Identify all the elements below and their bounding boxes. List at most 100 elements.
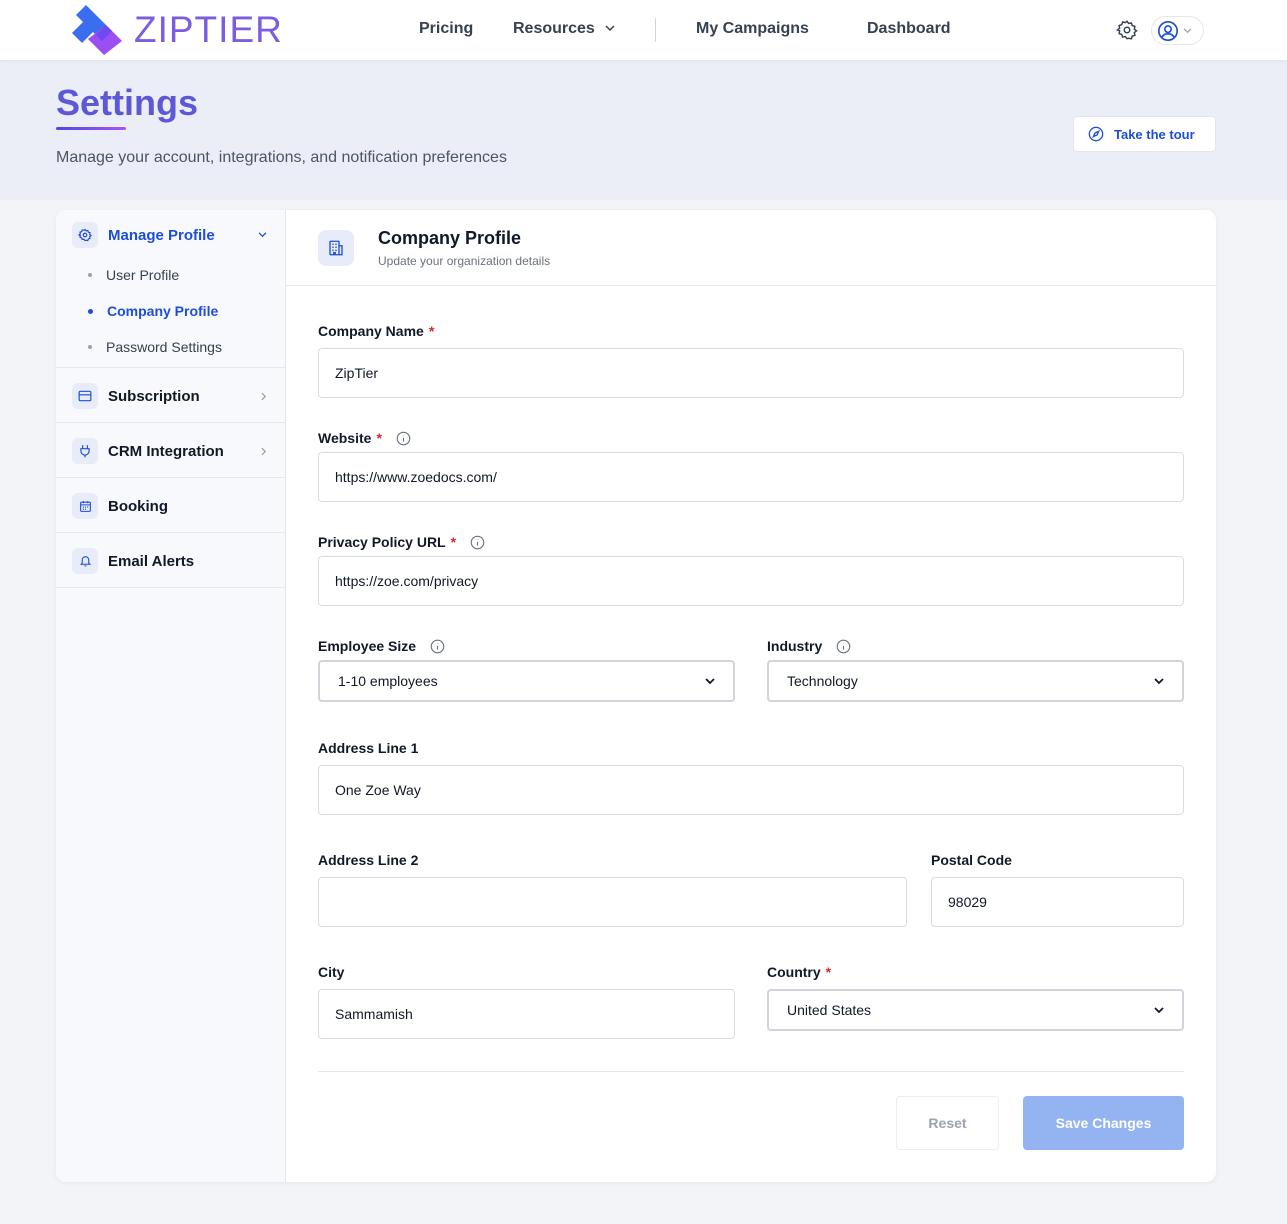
ziptier-logo-icon [72, 5, 122, 55]
country-label-text: Country [767, 964, 821, 980]
crm-integration-label: CRM Integration [108, 442, 224, 460]
postal-code-input[interactable] [931, 877, 1184, 927]
info-icon[interactable] [396, 431, 411, 446]
city-input[interactable] [318, 989, 735, 1039]
nav-pricing[interactable]: Pricing [419, 20, 473, 38]
password-settings-label: Password Settings [106, 339, 222, 355]
form-divider [318, 1071, 1184, 1072]
sidebar-sub-company-profile[interactable]: Company Profile [88, 303, 218, 319]
panel-title: Company Profile [378, 228, 522, 248]
nav-resources[interactable]: Resources [513, 20, 615, 38]
user-menu-button[interactable] [1151, 16, 1204, 45]
company-profile-panel: Company Profile Update your organization… [286, 210, 1216, 1182]
chevron-down-icon [1154, 677, 1164, 684]
panel-header: Company Profile Update your organization… [286, 210, 1216, 286]
ziptier-logo[interactable]: ZIPTIER [72, 3, 283, 57]
sidebar-item-crm-integration[interactable]: CRM Integration [56, 423, 285, 478]
manage-profile-label: Manage Profile [108, 226, 215, 244]
company-profile-label: Company Profile [107, 303, 219, 319]
country-label: Country * [767, 964, 831, 980]
company-name-label: Company Name * [318, 323, 434, 339]
page-title: Settings [56, 82, 199, 123]
nav-my-campaigns[interactable]: My Campaigns [696, 20, 809, 38]
sidebar-group-manage-profile: Manage Profile User Profile Company Prof… [56, 210, 285, 368]
country-select[interactable]: United States [767, 989, 1184, 1031]
settings-card: Manage Profile User Profile Company Prof… [56, 210, 1216, 1182]
required-mark: * [825, 964, 832, 980]
company-name-input[interactable] [318, 348, 1184, 398]
credit-card-icon [72, 383, 98, 409]
nav-divider [655, 18, 656, 42]
address-line-1-label-text: Address Line 1 [318, 740, 419, 756]
gear-icon[interactable] [1116, 19, 1138, 41]
bullet-dot [88, 273, 92, 277]
logo-text: ZIPTIER [134, 9, 283, 50]
plug-icon [72, 438, 98, 464]
booking-label: Booking [108, 497, 168, 515]
sidebar-item-email-alerts[interactable]: Email Alerts [56, 533, 285, 588]
subscription-label: Subscription [108, 387, 200, 405]
nav-dashboard[interactable]: Dashboard [867, 20, 951, 38]
privacy-policy-label-text: Privacy Policy URL [318, 534, 446, 550]
employee-size-label-text: Employee Size [318, 638, 417, 654]
address-line-2-label-text: Address Line 2 [318, 852, 419, 868]
sidebar-item-manage-profile[interactable]: Manage Profile [72, 222, 215, 248]
privacy-policy-label: Privacy Policy URL * [318, 534, 485, 550]
company-name-label-text: Company Name [318, 323, 424, 339]
settings-header: Settings Manage your account, integratio… [0, 60, 1287, 200]
sidebar-item-subscription[interactable]: Subscription [56, 368, 285, 423]
bullet-dot [88, 345, 92, 349]
chevron-down-icon [258, 232, 267, 238]
postal-code-label-text: Postal Code [931, 852, 1012, 868]
privacy-policy-input[interactable] [318, 556, 1184, 606]
reset-button[interactable]: Reset [896, 1096, 999, 1150]
city-label: City [318, 964, 344, 980]
address-line-1-label: Address Line 1 [318, 740, 418, 756]
sidebar-sub-password-settings[interactable]: Password Settings [88, 339, 222, 355]
save-changes-button[interactable]: Save Changes [1023, 1096, 1184, 1150]
employee-size-label: Employee Size [318, 638, 445, 654]
nav-resources-label: Resources [513, 20, 595, 37]
take-tour-label: Take the tour [1114, 126, 1195, 142]
building-icon [318, 230, 354, 266]
industry-label-text: Industry [767, 638, 823, 654]
country-value: United States [787, 1002, 872, 1018]
address-line-1-input[interactable] [318, 765, 1184, 815]
title-underline [56, 127, 126, 130]
gear-icon [72, 222, 98, 248]
address-line-2-input[interactable] [318, 877, 907, 927]
chevron-down-icon [1154, 1006, 1164, 1013]
city-label-text: City [318, 964, 345, 980]
chevron-right-icon [261, 447, 267, 456]
info-icon[interactable] [470, 535, 485, 550]
required-mark: * [450, 534, 457, 550]
email-alerts-label: Email Alerts [108, 552, 195, 570]
address-line-2-label: Address Line 2 [318, 852, 418, 868]
postal-code-label: Postal Code [931, 852, 1012, 868]
chevron-right-icon [261, 392, 267, 401]
sidebar-item-booking[interactable]: Booking [56, 478, 285, 533]
required-mark: * [428, 323, 435, 339]
employee-size-value: 1-10 employees [338, 673, 438, 689]
sidebar-sub-user-profile[interactable]: User Profile [88, 267, 179, 283]
panel-subtitle: Update your organization details [378, 254, 551, 268]
info-icon[interactable] [836, 639, 851, 654]
chevron-down-icon [705, 677, 715, 684]
industry-select[interactable]: Technology [767, 660, 1184, 702]
info-icon[interactable] [430, 639, 445, 654]
industry-value: Technology [787, 673, 858, 689]
website-input[interactable] [318, 452, 1184, 502]
take-tour-button[interactable]: Take the tour [1073, 116, 1216, 152]
bell-icon [72, 548, 98, 574]
user-profile-label: User Profile [106, 267, 180, 283]
website-label: Website * [318, 430, 411, 446]
user-avatar-icon [1158, 20, 1178, 41]
compass-icon [1088, 126, 1104, 142]
settings-sidebar: Manage Profile User Profile Company Prof… [56, 210, 286, 1182]
employee-size-select[interactable]: 1-10 employees [318, 660, 735, 702]
chevron-down-icon [605, 25, 615, 32]
required-mark: * [376, 430, 382, 446]
chevron-down-icon [1183, 27, 1192, 33]
website-label-text: Website [318, 430, 372, 446]
industry-label: Industry [767, 638, 851, 654]
